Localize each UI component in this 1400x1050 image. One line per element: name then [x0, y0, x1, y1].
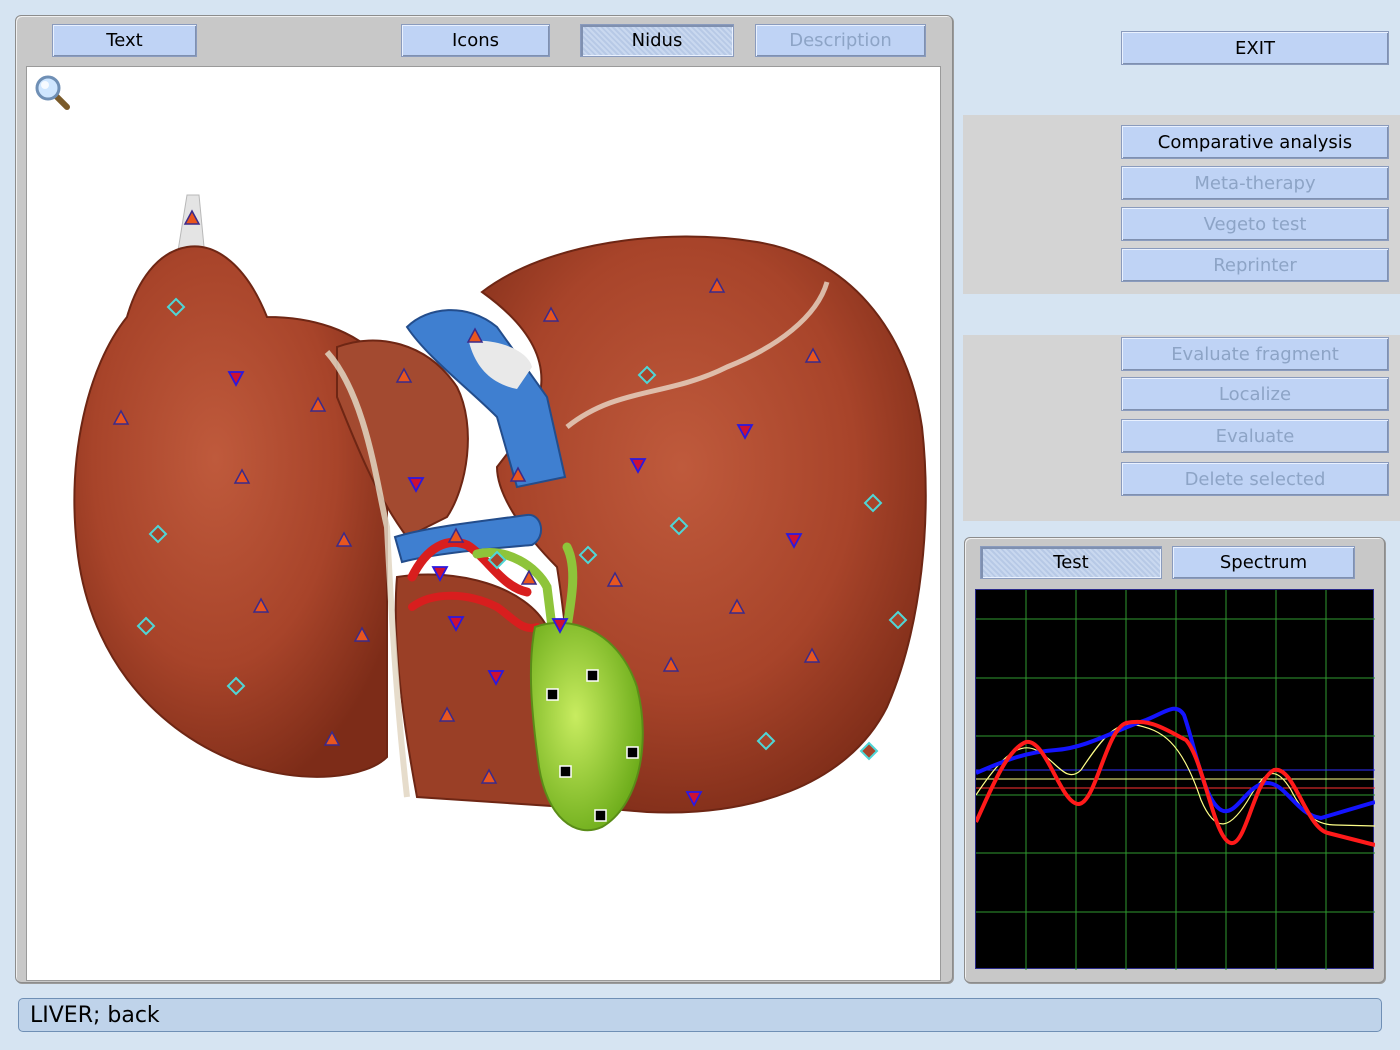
delete-selected-button[interactable]: Delete selected [1121, 462, 1389, 496]
localize-button[interactable]: Localize [1121, 377, 1389, 411]
reprinter-button[interactable]: Reprinter [1121, 248, 1389, 282]
evaluate-button[interactable]: Evaluate [1121, 419, 1389, 453]
vegeto-test-button[interactable]: Vegeto test [1121, 207, 1389, 241]
comparative-analysis-button[interactable]: Comparative analysis [1121, 125, 1389, 159]
magnifier-icon[interactable] [33, 73, 73, 113]
exit-button[interactable]: EXIT [1121, 31, 1389, 65]
spectrum-tab-button[interactable]: Spectrum [1172, 546, 1355, 579]
organ-canvas[interactable] [26, 66, 941, 981]
nidus-tab-button[interactable]: Nidus [580, 24, 734, 57]
meta-therapy-button[interactable]: Meta-therapy [1121, 166, 1389, 200]
graph-grid [976, 590, 1375, 970]
test-tab-button[interactable]: Test [980, 546, 1162, 579]
status-bar: LIVER; back [18, 998, 1382, 1032]
icons-tab-button[interactable]: Icons [401, 24, 550, 57]
signal-plot [974, 590, 1376, 970]
description-tab-button[interactable]: Description [755, 24, 926, 57]
text-tab-button[interactable]: Text [52, 24, 197, 57]
evaluate-fragment-button[interactable]: Evaluate fragment [1121, 337, 1389, 371]
liver-illustration [73, 194, 927, 832]
status-text: LIVER; back [30, 1003, 160, 1028]
signal-graph [974, 589, 1376, 970]
